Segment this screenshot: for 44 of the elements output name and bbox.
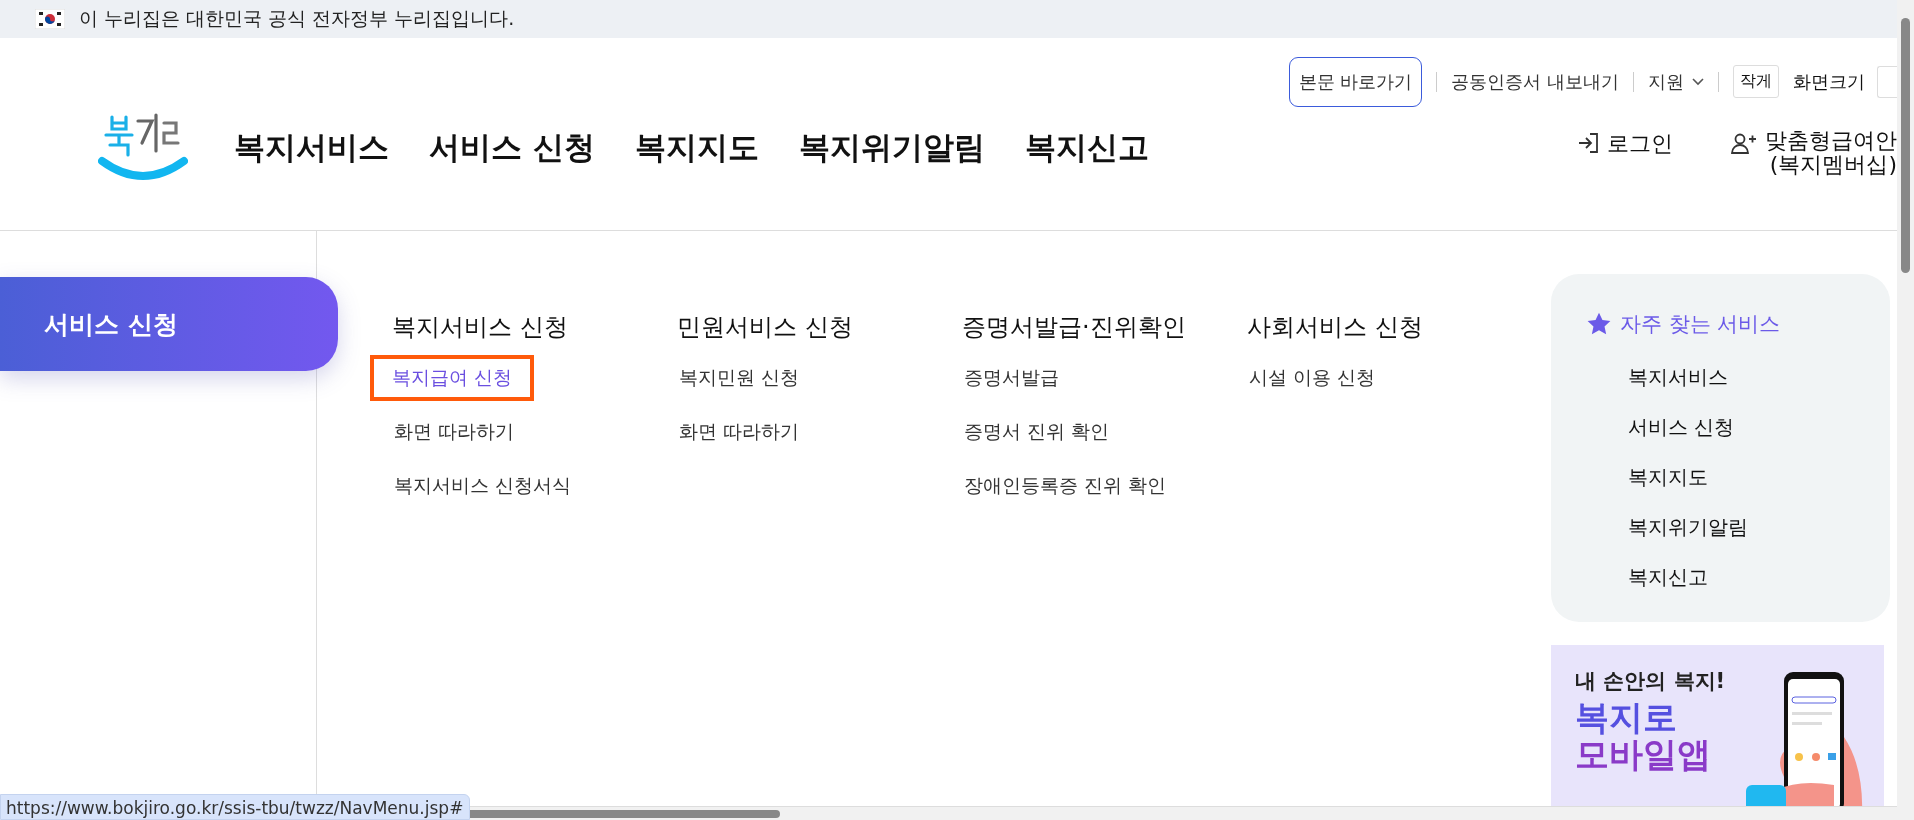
gov-banner-text: 이 누리집은 대한민국 공식 전자정부 누리집입니다.: [79, 6, 515, 31]
menu-item[interactable]: 화면 따라하기: [388, 415, 521, 449]
category-tab[interactable]: 서비스 신청: [0, 277, 338, 371]
menu-item[interactable]: 화면 따라하기: [673, 415, 806, 449]
menu-item[interactable]: 복지민원 신청: [673, 361, 806, 395]
add-user-icon: [1731, 131, 1757, 154]
status-url-tooltip: https://www.bokjiro.go.kr/ssis-tbu/twzz/NavMenu.jsp#: [0, 794, 471, 820]
menu-item[interactable]: 장애인등록증 진위 확인: [958, 469, 1173, 503]
favorite-link[interactable]: 복지지도: [1628, 464, 1890, 491]
star-icon: [1586, 311, 1612, 337]
favorite-link[interactable]: 복지서비스: [1628, 364, 1890, 391]
utility-link[interactable]: 공동인증서 내보내기: [1451, 69, 1619, 94]
membership-link[interactable]: 맞춤형급여안 (복지멤버십): [1731, 128, 1897, 178]
menu-item[interactable]: 증명서 진위 확인: [958, 415, 1116, 449]
favorite-link[interactable]: 복지신고: [1628, 564, 1890, 591]
vertical-scrollbar[interactable]: [1897, 0, 1914, 820]
menu-item[interactable]: 복지서비스 신청서식: [388, 469, 578, 503]
menu-item[interactable]: 시설 이용 신청: [1243, 361, 1382, 395]
favorites-title: 자주 찾는 서비스: [1620, 311, 1781, 338]
favorite-link[interactable]: 서비스 신청: [1628, 414, 1890, 441]
login-link[interactable]: 로그인: [1577, 128, 1673, 159]
menu-heading: 사회서비스 신청: [1247, 312, 1423, 343]
login-icon: [1577, 131, 1599, 154]
menu-heading: 증명서발급·진위확인: [962, 312, 1186, 343]
chevron-down-icon: [1692, 77, 1704, 86]
nav-item[interactable]: 복지지도: [634, 127, 759, 169]
nav-item[interactable]: 복지위기알림: [798, 127, 985, 169]
banner-text: 모바일앱: [1575, 736, 1712, 774]
screen-size-label: 화면크기: [1793, 69, 1865, 94]
nav-item[interactable]: 복지신고: [1024, 127, 1149, 169]
small-text-button[interactable]: 작게: [1733, 65, 1779, 98]
menu-item[interactable]: 복지급여 신청: [370, 355, 535, 401]
favorite-link[interactable]: 복지위기알림: [1628, 514, 1890, 541]
app-banner[interactable]: 내 손안의 복지! 복지로 모바일앱: [1551, 645, 1884, 806]
menu-heading: 민원서비스 신청: [677, 312, 853, 343]
support-dropdown[interactable]: 지원: [1648, 69, 1704, 94]
banner-text: 내 손안의 복지!: [1575, 668, 1726, 695]
skip-to-content-link[interactable]: 본문 바로가기: [1288, 56, 1423, 107]
banner-text: 복지로: [1575, 699, 1678, 737]
menu-heading: 복지서비스 신청: [392, 312, 568, 343]
menu-item[interactable]: 증명서발급: [958, 361, 1065, 395]
nav-item[interactable]: 서비스 신청: [429, 127, 595, 169]
nav-item[interactable]: 복지서비스: [234, 127, 389, 169]
flag-icon: [35, 9, 65, 29]
